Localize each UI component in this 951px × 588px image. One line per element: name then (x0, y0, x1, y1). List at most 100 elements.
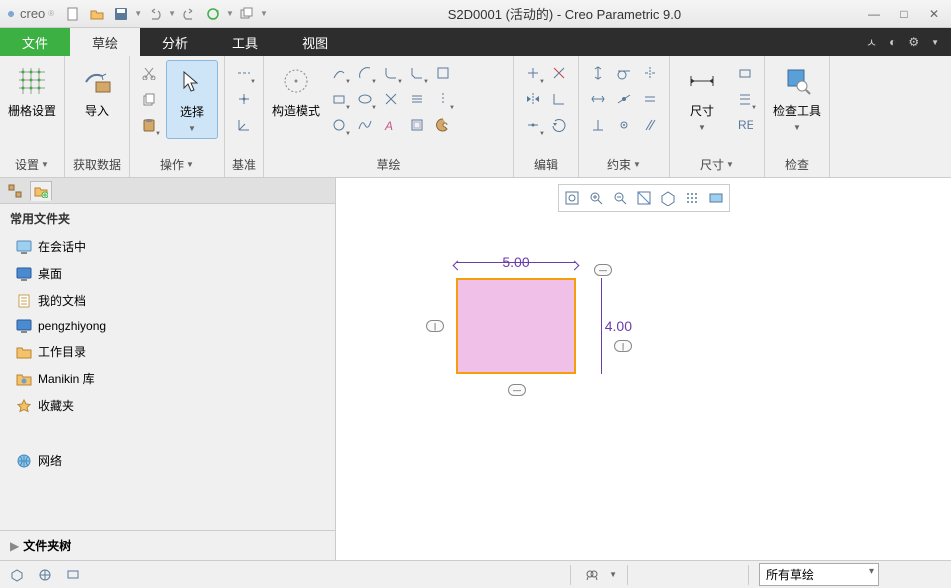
constraint-handle-top[interactable]: — (594, 264, 612, 276)
constraint-handle-right[interactable]: | (614, 340, 632, 352)
point-icon[interactable] (231, 86, 257, 112)
redo-icon[interactable] (178, 3, 200, 25)
new-file-icon[interactable] (62, 3, 84, 25)
perpendicular-constraint-icon[interactable] (585, 112, 611, 138)
sidebar-item-network[interactable]: 网络 (0, 447, 335, 474)
offset-icon[interactable] (430, 60, 456, 86)
sidebar-item-session[interactable]: 在会话中 (0, 233, 335, 260)
project-icon[interactable] (378, 86, 404, 112)
help-ribbon-icon[interactable]: ◐ (889, 35, 896, 49)
text-icon[interactable]: A (378, 112, 404, 138)
tangent-constraint-icon[interactable] (611, 60, 637, 86)
display-style-icon[interactable] (681, 187, 703, 209)
rotate-resize-icon[interactable] (546, 112, 572, 138)
thicken-icon[interactable] (404, 86, 430, 112)
constraint-handle-bottom[interactable]: — (508, 384, 526, 396)
equal-constraint-icon[interactable] (637, 86, 663, 112)
construction-mode-button[interactable]: 构造模式 (270, 60, 322, 123)
import-button[interactable]: 导入 (71, 60, 123, 123)
circle-icon[interactable]: ▼ (326, 112, 352, 138)
baseline-dim-icon[interactable]: ▼ (732, 86, 758, 112)
zoom-in-icon[interactable] (585, 187, 607, 209)
palette-icon[interactable] (430, 112, 456, 138)
tab-tools[interactable]: 工具 (210, 28, 280, 56)
ribbon-group-inspect: 检查工具▼ 检查 (765, 56, 830, 177)
undo-icon[interactable] (144, 3, 166, 25)
regenerate-icon[interactable] (202, 3, 224, 25)
paste-icon[interactable]: ▼ (136, 112, 162, 138)
sidebar-item-mydocs[interactable]: 我的文档 (0, 287, 335, 314)
arc-icon[interactable]: ▼ (352, 60, 378, 86)
ribbon-group-dimension-label[interactable]: 尺寸▼ (676, 154, 758, 175)
ref-dim-icon[interactable]: REF (732, 112, 758, 138)
spline-icon[interactable] (352, 112, 378, 138)
tab-view[interactable]: 视图 (280, 28, 350, 56)
dimension-button[interactable]: 尺寸▼ (676, 60, 728, 137)
tab-file[interactable]: 文件 (0, 28, 70, 56)
sidebar-item-favorites[interactable]: 收藏夹 (0, 392, 335, 419)
ellipse-icon[interactable]: ▼ (352, 86, 378, 112)
divide-icon[interactable]: ▼ (520, 112, 546, 138)
sketch-rectangle[interactable] (456, 278, 576, 374)
status-3d-icon[interactable] (6, 565, 28, 585)
corner-icon[interactable] (546, 86, 572, 112)
settings-ribbon-icon[interactable]: ⚙ (908, 35, 919, 49)
height-dimension[interactable]: 4.00 (605, 278, 632, 374)
collapse-ribbon-icon[interactable]: ㅅ (866, 34, 877, 51)
inspect-button[interactable]: 检查工具▼ (771, 60, 823, 137)
delete-segment-icon[interactable] (546, 60, 572, 86)
mirror-icon[interactable] (520, 86, 546, 112)
rectangle-icon[interactable]: ▼ (326, 86, 352, 112)
tab-sketch[interactable]: 草绘 (70, 28, 140, 56)
chamfer-icon[interactable]: ▼ (404, 60, 430, 86)
status-find-icon[interactable] (581, 565, 603, 585)
parallel-constraint-icon[interactable] (637, 112, 663, 138)
tab-analysis[interactable]: 分析 (140, 28, 210, 56)
coord-sys-icon[interactable] (231, 112, 257, 138)
open-file-icon[interactable] (86, 3, 108, 25)
midpoint-constraint-icon[interactable] (611, 86, 637, 112)
windows-icon[interactable] (236, 3, 258, 25)
copy-icon[interactable] (136, 86, 162, 112)
sketcher-display-icon[interactable] (705, 187, 727, 209)
coincident-constraint-icon[interactable] (611, 112, 637, 138)
sidebar-item-desktop[interactable]: 桌面 (0, 260, 335, 287)
perimeter-dim-icon[interactable] (732, 60, 758, 86)
cut-icon[interactable] (136, 60, 162, 86)
centerline2-icon[interactable]: ▼ (430, 86, 456, 112)
zoom-fit-icon[interactable] (561, 187, 583, 209)
graphics-canvas[interactable]: 5.00 4.00 | — | — (336, 178, 951, 560)
repaint-icon[interactable] (633, 187, 655, 209)
sidebar-item-workdir[interactable]: 工作目录 (0, 338, 335, 365)
vertical-constraint-icon[interactable] (585, 60, 611, 86)
zoom-out-icon[interactable] (609, 187, 631, 209)
centerline-icon[interactable]: ▼ (231, 60, 257, 86)
horizontal-constraint-icon[interactable] (585, 86, 611, 112)
status-globe-icon[interactable] (34, 565, 56, 585)
ribbon-group-operate-label[interactable]: 操作▼ (136, 154, 218, 175)
width-dimension[interactable]: 5.00 (456, 254, 576, 270)
sidebar-item-manikin[interactable]: Manikin 库 (0, 365, 335, 392)
constraint-handle-left[interactable]: | (426, 320, 444, 332)
offset-edge-icon[interactable] (404, 112, 430, 138)
maximize-button[interactable]: □ (891, 5, 917, 23)
sidebar-tab-folder-icon[interactable] (30, 181, 52, 201)
selection-filter-combo[interactable]: 所有草绘 (759, 563, 879, 586)
ribbon-group-constrain-label[interactable]: 约束▼ (585, 154, 663, 175)
sketch-view-icon[interactable] (657, 187, 679, 209)
sketch-geometry: 5.00 4.00 | — | — (456, 278, 576, 374)
sidebar-item-user[interactable]: pengzhiyong (0, 314, 335, 338)
line-icon[interactable]: ▼ (326, 60, 352, 86)
ribbon-group-settings-label[interactable]: 设置▼ (6, 154, 58, 175)
select-button[interactable]: 选择▼ (166, 60, 218, 139)
trim-icon[interactable]: ▼ (520, 60, 546, 86)
sidebar-tab-tree-icon[interactable] (4, 181, 26, 201)
save-icon[interactable] (110, 3, 132, 25)
grid-settings-button[interactable]: 栅格设置 (6, 60, 58, 123)
sidebar-footer-foldertree[interactable]: ▶文件夹树 (0, 530, 335, 560)
fillet-icon[interactable]: ▼ (378, 60, 404, 86)
symmetric-constraint-icon[interactable] (637, 60, 663, 86)
close-button[interactable]: ✕ (921, 5, 947, 23)
status-screen-icon[interactable] (62, 565, 84, 585)
minimize-button[interactable]: — (861, 5, 887, 23)
